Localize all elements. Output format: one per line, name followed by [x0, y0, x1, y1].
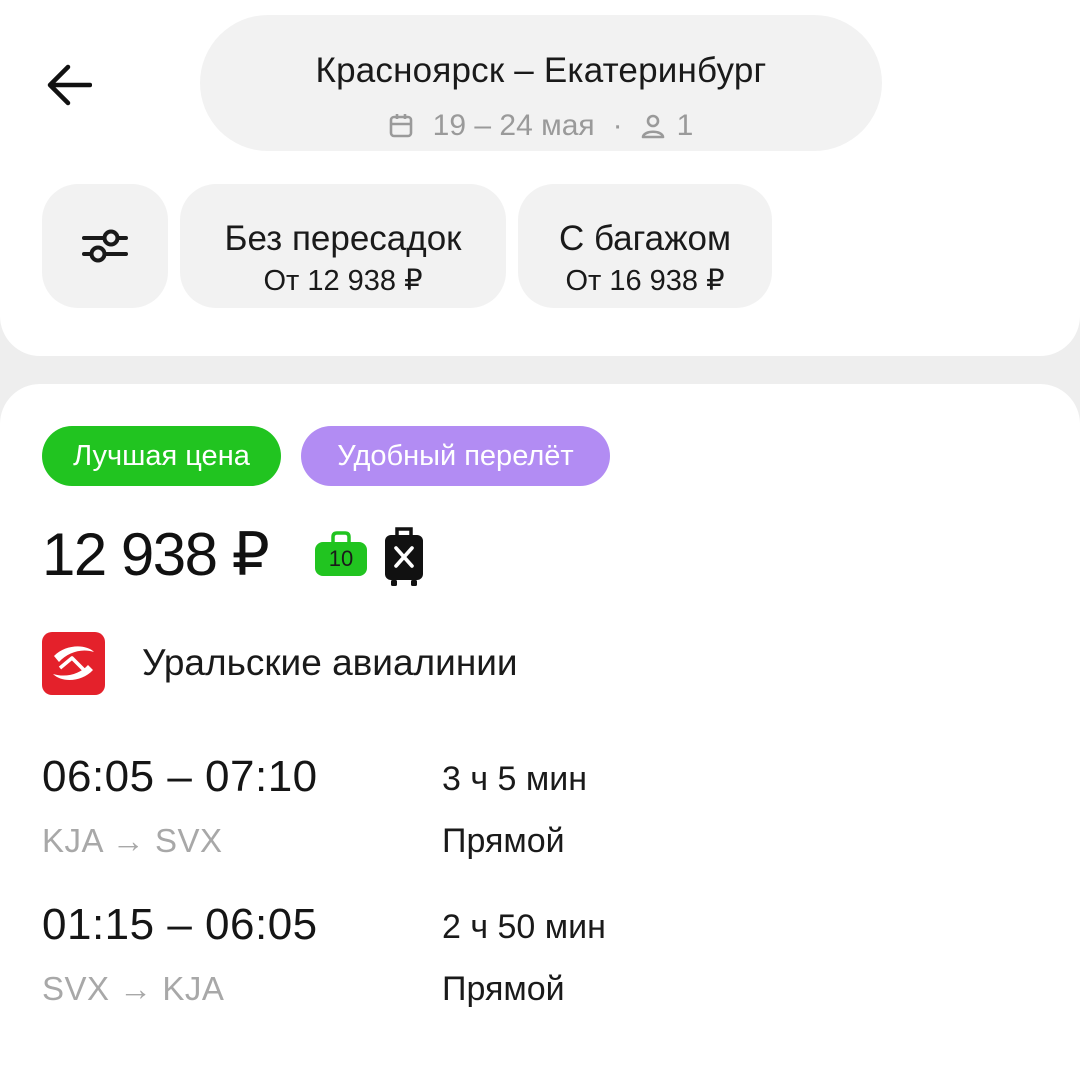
filter-sliders-icon	[82, 229, 128, 263]
baggage-filter-chip[interactable]: С багажом От 16 938 ₽	[518, 184, 772, 308]
outbound-flight-times: 06:05 – 07:10	[42, 752, 318, 801]
hand-luggage-icon: 10	[314, 530, 368, 578]
outbound-flight-route: KJA → SVX	[42, 822, 223, 859]
flight-offer-card[interactable]: Лучшая цена Удобный перелёт 12 938 ₽ 10 …	[0, 384, 1080, 1084]
route-title: Красноярск – Екатеринбург	[315, 51, 767, 90]
baggage-filter-price: От 16 938 ₽	[565, 264, 725, 297]
route-summary-button[interactable]: Красноярск – Екатеринбург 19 – 24 мая ·	[200, 15, 882, 151]
route-details: 19 – 24 мая · 1	[200, 109, 882, 143]
best-price-badge: Лучшая цена	[42, 426, 281, 486]
travel-dates: 19 – 24 мая	[432, 109, 595, 142]
search-header: Красноярск – Екатеринбург 19 – 24 мая ·	[0, 0, 1080, 356]
outbound-flight-duration: 3 ч 5 мин	[442, 760, 588, 798]
return-flight-type: Прямой	[442, 970, 565, 1008]
convenient-flight-badge: Удобный перелёт	[301, 426, 610, 486]
airline-logo	[42, 632, 105, 695]
return-flight-times: 01:15 – 06:05	[42, 900, 318, 949]
nonstop-filter-title: Без пересадок	[224, 218, 462, 258]
return-flight-duration: 2 ч 50 мин	[442, 908, 606, 946]
return-flight-route: SVX → KJA	[42, 970, 225, 1007]
no-baggage-suitcase-icon	[384, 526, 424, 588]
nonstop-filter-chip[interactable]: Без пересадок От 12 938 ₽	[180, 184, 506, 308]
offer-price: 12 938 ₽	[42, 521, 270, 588]
calendar-icon	[389, 113, 413, 139]
person-icon	[641, 113, 665, 139]
back-button[interactable]	[36, 52, 102, 118]
back-arrow-icon	[47, 64, 92, 106]
airline-name: Уральские авиалинии	[142, 642, 518, 683]
nonstop-filter-price: От 12 938 ₽	[263, 264, 423, 297]
filters-button[interactable]	[42, 184, 168, 308]
separator-dot: ·	[612, 109, 623, 142]
baggage-filter-title: С багажом	[558, 218, 732, 258]
hand-luggage-weight: 10	[328, 546, 354, 571]
passenger-count: 1	[676, 109, 694, 142]
outbound-flight-type: Прямой	[442, 822, 565, 860]
